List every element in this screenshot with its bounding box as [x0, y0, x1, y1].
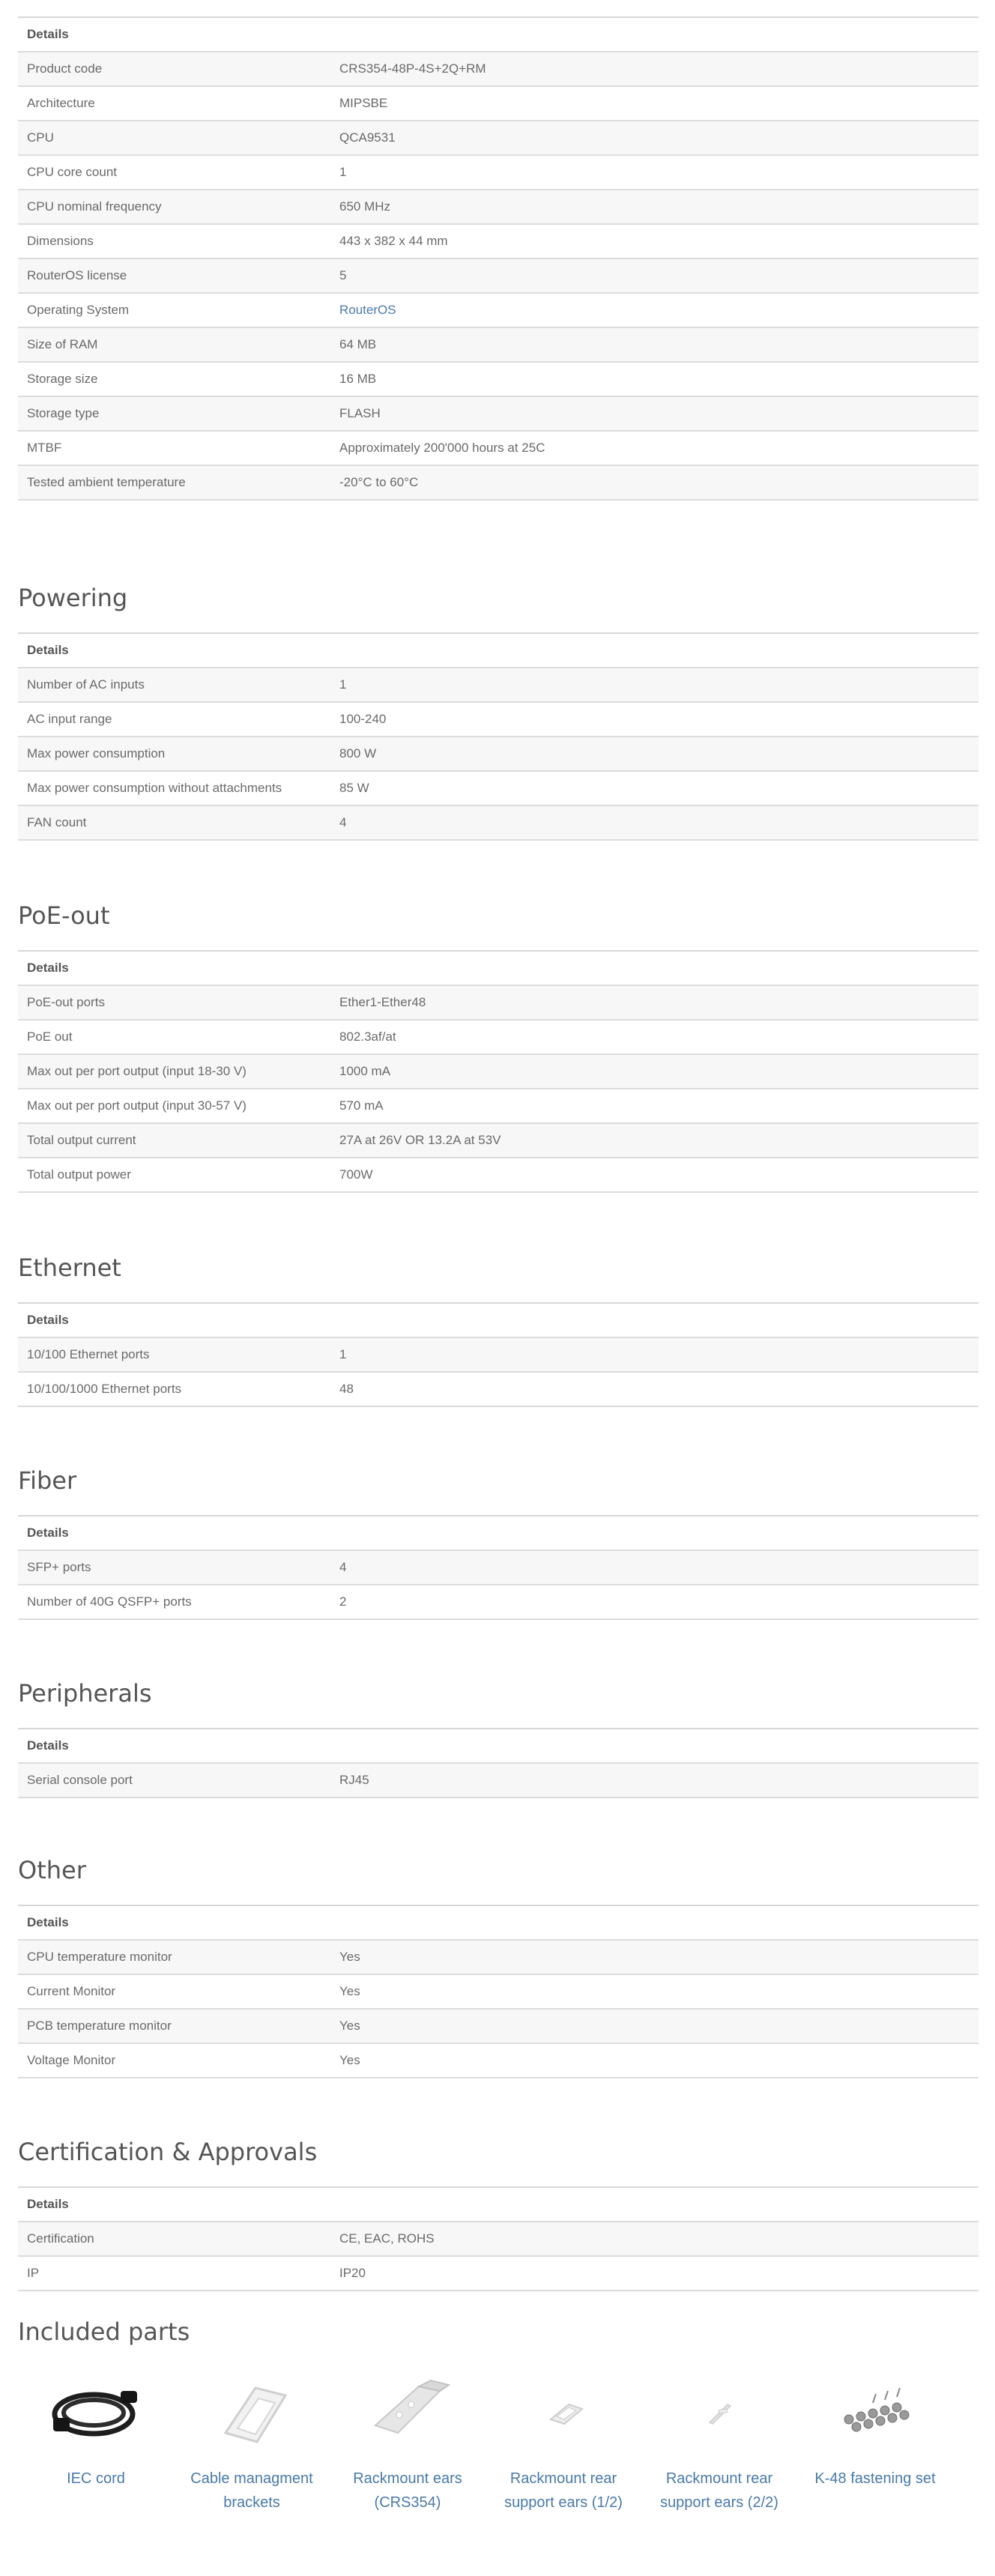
peripherals-section: Peripherals Details Serial console port R…: [18, 1678, 979, 1798]
ethernet-section: Ethernet Details 10/100 Ethernet ports 1 …: [18, 1253, 979, 1407]
part-rear-ears-2[interactable]: Rackmount rear support ears (2/2): [641, 2354, 797, 2515]
section-title-included: Included parts: [18, 2318, 190, 2346]
powering-table: Details Number of AC inputs 1 AC input ra…: [18, 632, 979, 841]
ethernet-table: Details 10/100 Ethernet ports 1 10/100/10…: [18, 1302, 979, 1407]
table-header: Details: [18, 2186, 979, 2222]
screws-icon: [797, 2354, 953, 2467]
powering-section: Powering Details Number of AC inputs 1 AC…: [18, 583, 979, 841]
table-row: Voltage Monitor Yes: [18, 2043, 979, 2078]
other-table: Details CPU temperature monitor Yes Curre…: [18, 1905, 979, 2078]
table-header: Details: [18, 1302, 979, 1337]
table-row: Tested ambient temperature -20°C to 60°C: [18, 465, 979, 501]
general-specs-block: Details Product code CRS354-48P-4S+2Q+RM …: [18, 16, 979, 501]
table-row: PoE out 802.3af/at: [18, 1019, 979, 1054]
table-header: Details: [18, 632, 979, 668]
table-row: MTBF Approximately 200'000 hours at 25C: [18, 430, 979, 465]
table-row: Total output current 27A at 26V OR 13.2A …: [18, 1122, 979, 1158]
table-row: Certification CE, EAC, ROHS: [18, 2221, 979, 2256]
included-parts-list: IEC cord Cable managment brackets Rackmo…: [18, 2354, 979, 2515]
table-row: PCB temperature monitor Yes: [18, 2008, 979, 2043]
table-row: Storage type FLASH: [18, 396, 979, 431]
included-parts-section: Included parts IEC cord Cable managment …: [18, 2317, 979, 2515]
part-label: IEC cord: [67, 2470, 125, 2487]
section-title-fiber: Fiber: [18, 1466, 77, 1495]
rackmount-ear-icon: [330, 2354, 486, 2467]
rear-support-ear-icon: [486, 2354, 641, 2467]
rear-support-ear-2-icon: [641, 2354, 797, 2467]
table-row: Architecture MIPSBE: [18, 85, 979, 121]
table-row: CPU temperature monitor Yes: [18, 1939, 979, 1974]
table-row: SFP+ ports 4: [18, 1549, 979, 1585]
table-row: CPU QCA9531: [18, 120, 979, 155]
table-row: CPU core count 1: [18, 154, 979, 190]
poe-section: PoE-out Details PoE-out ports Ether1-Ethe…: [18, 901, 979, 1193]
table-row: Product code CRS354-48P-4S+2Q+RM: [18, 51, 979, 86]
table-row: Storage size 16 MB: [18, 361, 979, 396]
part-label: Cable managment brackets: [190, 2470, 313, 2511]
table-row: PoE-out ports Ether1-Ether48: [18, 985, 979, 1020]
table-row: RouterOS license 5: [18, 258, 979, 293]
routeros-link[interactable]: RouterOS: [339, 303, 396, 317]
section-title-poe: PoE-out: [18, 901, 110, 930]
part-label: Rackmount ears (CRS354): [353, 2470, 462, 2511]
other-section: Other Details CPU temperature monitor Yes…: [18, 1855, 979, 2078]
fiber-section: Fiber Details SFP+ ports 4 Number of 40G …: [18, 1466, 979, 1620]
table-row: Max out per port output (input 18-30 V) 1…: [18, 1053, 979, 1089]
table-row: Max out per port output (input 30-57 V) 5…: [18, 1088, 979, 1123]
general-specs-table: Details Product code CRS354-48P-4S+2Q+RM …: [18, 16, 979, 501]
table-row: Current Monitor Yes: [18, 1974, 979, 2009]
cable-bracket-icon: [174, 2354, 330, 2467]
table-row: 10/100/1000 Ethernet ports 48: [18, 1371, 979, 1407]
part-label: Rackmount rear support ears (1/2): [504, 2470, 623, 2511]
table-row: Serial console port RJ45: [18, 1762, 979, 1798]
table-header: Details: [18, 16, 979, 52]
peripherals-table: Details Serial console port RJ45: [18, 1728, 979, 1798]
iec-cord-icon: [18, 2354, 174, 2467]
table-header: Details: [18, 1905, 979, 1940]
part-rear-ears-1[interactable]: Rackmount rear support ears (1/2): [486, 2354, 641, 2515]
certification-section: Certification & Approvals Details Certif…: [18, 2137, 979, 2291]
table-row: Total output power 700W: [18, 1157, 979, 1193]
fiber-table: Details SFP+ ports 4 Number of 40G QSFP+ …: [18, 1515, 979, 1620]
table-row: Dimensions 443 x 382 x 44 mm: [18, 223, 979, 258]
table-row: Max power consumption without attachment…: [18, 770, 979, 805]
section-title-powering: Powering: [18, 584, 128, 612]
table-row: AC input range 100-240: [18, 701, 979, 737]
table-header: Details: [18, 950, 979, 985]
part-label: Rackmount rear support ears (2/2): [660, 2470, 778, 2511]
table-row: Max power consumption 800 W: [18, 736, 979, 771]
part-iec-cord[interactable]: IEC cord: [18, 2354, 174, 2515]
section-title-ethernet: Ethernet: [18, 1254, 121, 1282]
table-row: CPU nominal frequency 650 MHz: [18, 189, 979, 224]
part-rackmount-ears[interactable]: Rackmount ears (CRS354): [330, 2354, 486, 2515]
section-title-other: Other: [18, 1856, 86, 1884]
part-fastening-set[interactable]: K-48 fastening set: [797, 2354, 953, 2515]
table-row: Size of RAM 64 MB: [18, 327, 979, 362]
table-row: IP IP20: [18, 2255, 979, 2291]
poe-table: Details PoE-out ports Ether1-Ether48 PoE …: [18, 950, 979, 1193]
table-row: FAN count 4: [18, 805, 979, 841]
table-header: Details: [18, 1728, 979, 1763]
part-label: K-48 fastening set: [814, 2470, 936, 2487]
section-title-certification: Certification & Approvals: [18, 2138, 318, 2166]
table-row: 10/100 Ethernet ports 1: [18, 1337, 979, 1372]
table-row: Number of AC inputs 1: [18, 667, 979, 702]
table-row: Operating System RouterOS: [18, 292, 979, 327]
certification-table: Details Certification CE, EAC, ROHS IP IP2…: [18, 2186, 979, 2291]
part-cable-brackets[interactable]: Cable managment brackets: [174, 2354, 330, 2515]
section-title-peripherals: Peripherals: [18, 1679, 152, 1708]
table-row: Number of 40G QSFP+ ports 2: [18, 1584, 979, 1620]
table-header: Details: [18, 1515, 979, 1550]
